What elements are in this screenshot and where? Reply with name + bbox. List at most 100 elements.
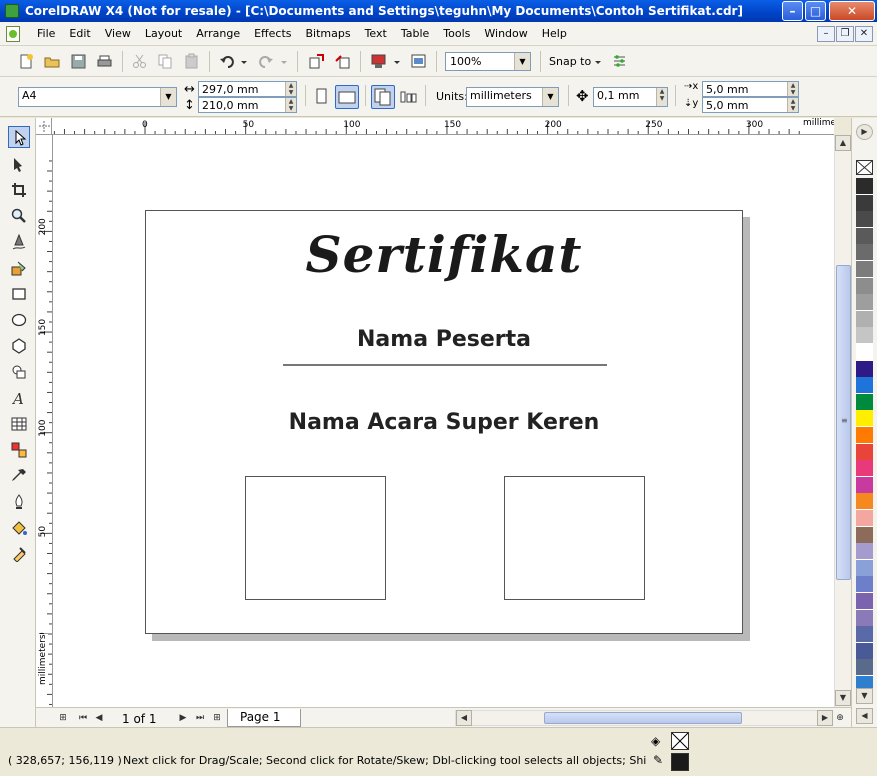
- outline-color-swatch[interactable]: [671, 753, 689, 771]
- menu-help[interactable]: Help: [535, 27, 574, 40]
- palette-swatch[interactable]: [856, 211, 873, 229]
- table-tool-icon[interactable]: [8, 413, 30, 435]
- palette-swatch[interactable]: [856, 244, 873, 262]
- snap-to-button[interactable]: Snap to: [549, 55, 591, 68]
- add-page-after-icon[interactable]: ⊞: [210, 711, 224, 725]
- palette-swatch[interactable]: [856, 360, 873, 378]
- new-document-icon[interactable]: [18, 53, 35, 70]
- palette-swatch[interactable]: [856, 443, 873, 461]
- menu-view[interactable]: View: [98, 27, 138, 40]
- palette-swatch[interactable]: [856, 526, 873, 544]
- polygon-tool-icon[interactable]: [8, 335, 30, 357]
- no-color-swatch[interactable]: [856, 160, 873, 175]
- paper-size-select[interactable]: A4 ▼: [18, 87, 177, 107]
- document-icon[interactable]: [6, 26, 20, 42]
- shape-tool-icon[interactable]: [8, 153, 30, 175]
- current-page-icon[interactable]: [400, 88, 417, 105]
- palette-swatch[interactable]: [856, 194, 873, 212]
- menu-bitmaps[interactable]: Bitmaps: [298, 27, 357, 40]
- page-width-spinner[interactable]: ▲ ▼: [285, 82, 296, 96]
- application-launcher-icon[interactable]: [370, 53, 387, 70]
- horizontal-scroll-thumb[interactable]: [544, 712, 742, 724]
- page-tab-1[interactable]: Page 1: [227, 709, 301, 727]
- palette-swatch[interactable]: [856, 427, 873, 444]
- paste-icon[interactable]: [183, 53, 200, 70]
- duplicate-distance-x-field[interactable]: 5,0 mm ▲ ▼: [702, 81, 799, 97]
- nudge-distance-spinner[interactable]: ▲ ▼: [656, 88, 667, 106]
- palette-swatch[interactable]: [856, 609, 873, 627]
- menu-window[interactable]: Window: [477, 27, 534, 40]
- minimize-button[interactable]: –: [782, 1, 803, 21]
- palette-swatch[interactable]: [856, 377, 873, 395]
- portrait-icon[interactable]: [313, 88, 330, 105]
- palette-scroll-up-icon[interactable]: ▶: [856, 124, 873, 140]
- scroll-right-icon[interactable]: ▶: [817, 710, 833, 726]
- duplicate-y-spinner[interactable]: ▲ ▼: [787, 98, 798, 112]
- all-pages-icon[interactable]: [371, 85, 395, 109]
- palette-swatch[interactable]: [856, 460, 873, 478]
- horizontal-scrollbar[interactable]: ◀ ▶: [455, 710, 833, 726]
- page-width-field[interactable]: 297,0 mm ▲ ▼: [198, 81, 297, 97]
- document-page[interactable]: Sertifikat Nama Peserta Nama Acara Super…: [145, 210, 743, 634]
- page-height-spinner[interactable]: ▲ ▼: [285, 98, 296, 112]
- redo-icon[interactable]: [257, 53, 274, 70]
- cut-icon[interactable]: [131, 53, 148, 70]
- eyedropper-tool-icon[interactable]: [8, 465, 30, 487]
- palette-swatch[interactable]: [856, 659, 873, 677]
- duplicate-x-spinner[interactable]: ▲ ▼: [787, 82, 798, 96]
- menu-tools[interactable]: Tools: [436, 27, 477, 40]
- undo-dropdown-icon[interactable]: [239, 53, 249, 70]
- menu-effects[interactable]: Effects: [247, 27, 298, 40]
- interactive-fill-tool-icon[interactable]: [8, 543, 30, 565]
- event-name-text[interactable]: Nama Acara Super Keren: [146, 410, 742, 435]
- crop-tool-icon[interactable]: [8, 179, 30, 201]
- palette-swatch[interactable]: [856, 559, 873, 577]
- palette-swatch[interactable]: [856, 476, 873, 494]
- scroll-left-icon[interactable]: ◀: [456, 710, 472, 726]
- last-page-icon[interactable]: ⏭: [193, 711, 207, 725]
- maximize-button[interactable]: □: [805, 1, 826, 21]
- fill-tool-icon[interactable]: [8, 517, 30, 539]
- nudge-distance-field[interactable]: 0,1 mm ▲ ▼: [593, 87, 668, 107]
- first-page-icon[interactable]: ⏮: [76, 711, 90, 725]
- pick-tool-icon[interactable]: [8, 126, 30, 148]
- navigator-icon[interactable]: ⊕: [833, 711, 847, 725]
- duplicate-distance-y-field[interactable]: 5,0 mm ▲ ▼: [702, 97, 799, 113]
- text-tool-icon[interactable]: A: [8, 387, 30, 409]
- open-folder-icon[interactable]: [44, 53, 61, 70]
- basic-shapes-tool-icon[interactable]: [8, 361, 30, 383]
- outline-pen-tool-icon[interactable]: [8, 491, 30, 513]
- export-icon[interactable]: [334, 53, 351, 70]
- save-icon[interactable]: [70, 53, 87, 70]
- menu-arrange[interactable]: Arrange: [189, 27, 247, 40]
- palette-swatch[interactable]: [856, 277, 873, 295]
- certificate-title[interactable]: Sertifikat: [146, 225, 742, 284]
- palette-swatch[interactable]: [856, 294, 873, 312]
- signature-box-left[interactable]: [245, 476, 386, 600]
- palette-swatch[interactable]: [856, 493, 873, 511]
- menu-file[interactable]: File: [30, 27, 62, 40]
- scroll-up-icon[interactable]: ▲: [835, 135, 851, 151]
- interactive-blend-tool-icon[interactable]: [8, 439, 30, 461]
- palette-swatch[interactable]: [856, 227, 873, 245]
- palette-swatch[interactable]: [856, 393, 873, 411]
- zoom-level-field[interactable]: 100% ▼: [445, 52, 531, 71]
- coreldraw-app-icon[interactable]: [5, 4, 19, 18]
- zoom-tool-icon[interactable]: [8, 205, 30, 227]
- launcher-dropdown-icon[interactable]: [392, 53, 402, 70]
- redo-dropdown-icon[interactable]: [279, 53, 289, 70]
- rectangle-tool-icon[interactable]: [8, 283, 30, 305]
- vertical-scrollbar[interactable]: ▲ ≡ ▼: [834, 135, 851, 707]
- menu-text[interactable]: Text: [358, 27, 394, 40]
- landscape-icon[interactable]: [335, 85, 359, 109]
- menu-layout[interactable]: Layout: [138, 27, 189, 40]
- palette-swatch[interactable]: [856, 543, 873, 561]
- vertical-scroll-thumb[interactable]: ≡: [836, 265, 851, 580]
- undo-icon[interactable]: [219, 53, 236, 70]
- paper-size-dropdown-icon[interactable]: ▼: [160, 88, 176, 106]
- units-dropdown-icon[interactable]: ▼: [542, 88, 558, 106]
- menu-table[interactable]: Table: [394, 27, 436, 40]
- copy-icon[interactable]: [157, 53, 174, 70]
- palette-swatch[interactable]: [856, 327, 873, 345]
- palette-swatch[interactable]: [856, 510, 873, 527]
